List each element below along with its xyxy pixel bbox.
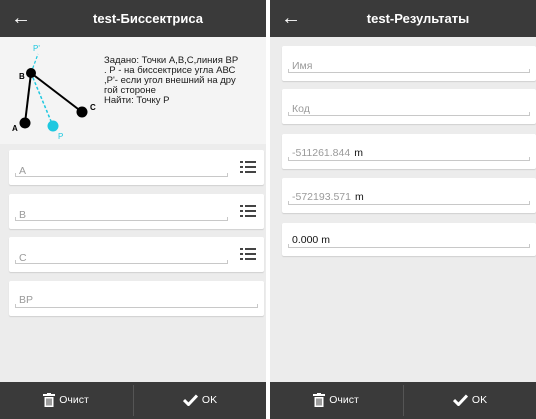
checkmark-icon — [452, 394, 468, 407]
x-coordinate-field[interactable]: -511261.844 m — [282, 134, 536, 169]
bottom-action-bar: Очист OK — [270, 382, 536, 419]
ok-button-label: OK — [471, 394, 488, 406]
clear-button[interactable]: Очист — [0, 382, 132, 419]
app-bar: ← test-Результаты — [270, 0, 536, 37]
point-C — [76, 106, 88, 118]
results-screen: ← test-Результаты Имя Код -511261.844 m -… — [270, 0, 536, 419]
ok-button-label: OK — [201, 394, 218, 406]
label-P-prime: P' — [33, 44, 40, 53]
clear-button-label: Очист — [59, 394, 89, 406]
trash-icon — [43, 393, 56, 408]
back-arrow-icon[interactable]: ← — [10, 6, 32, 30]
screen-title: test-Результаты — [366, 11, 470, 26]
description-line: Найти: Точку Р — [104, 95, 170, 106]
screen-title: test-Биссектриса — [93, 11, 203, 26]
code-field[interactable]: Код — [282, 89, 536, 124]
clear-button-label: Очист — [329, 394, 359, 406]
line-bp-field[interactable]: BP — [9, 281, 264, 316]
clear-button[interactable]: Очист — [270, 382, 402, 419]
input-underline — [288, 69, 530, 73]
checkmark-icon — [182, 394, 198, 407]
ok-button[interactable]: OK — [134, 382, 266, 419]
list-icon[interactable] — [240, 161, 256, 174]
input-underline — [15, 217, 228, 221]
ok-button[interactable]: OK — [404, 382, 536, 419]
app-bar: ← test-Биссектриса — [0, 0, 266, 37]
point-P — [47, 120, 59, 132]
y-coordinate-field[interactable]: -572193.571 m — [282, 178, 536, 213]
bottom-action-bar: Очист OK — [0, 382, 266, 419]
line-BA — [24, 72, 32, 124]
point-a-field[interactable]: A — [9, 150, 264, 185]
trash-icon — [313, 393, 326, 408]
label-A: A — [12, 124, 18, 133]
bisector-screen: ← test-Биссектриса B A C P P' Задано: То… — [0, 0, 266, 419]
task-info-panel: B A C P P' Задано: Точки А,В,С,линия ВР … — [0, 37, 266, 144]
label-P: P — [58, 132, 63, 141]
input-underline — [288, 201, 530, 205]
input-underline — [288, 112, 530, 116]
list-icon[interactable] — [240, 205, 256, 218]
name-field[interactable]: Имя — [282, 46, 536, 81]
list-icon[interactable] — [240, 248, 256, 261]
input-underline — [15, 260, 228, 264]
point-b-field[interactable]: B — [9, 194, 264, 229]
input-underline — [288, 157, 530, 161]
back-arrow-icon[interactable]: ← — [280, 6, 302, 30]
task-description: Задано: Точки А,В,С,линия ВР . Р - на би… — [104, 56, 264, 106]
input-underline — [15, 173, 228, 177]
label-C: C — [90, 103, 96, 112]
input-underline — [15, 304, 258, 308]
bisector-diagram: B A C P P' — [12, 44, 96, 141]
point-c-field[interactable]: C — [9, 237, 264, 272]
point-B — [26, 68, 36, 78]
input-underline — [288, 244, 530, 248]
label-B: B — [19, 72, 25, 81]
height-field[interactable]: 0.000 m — [282, 223, 536, 256]
point-A — [19, 117, 31, 129]
